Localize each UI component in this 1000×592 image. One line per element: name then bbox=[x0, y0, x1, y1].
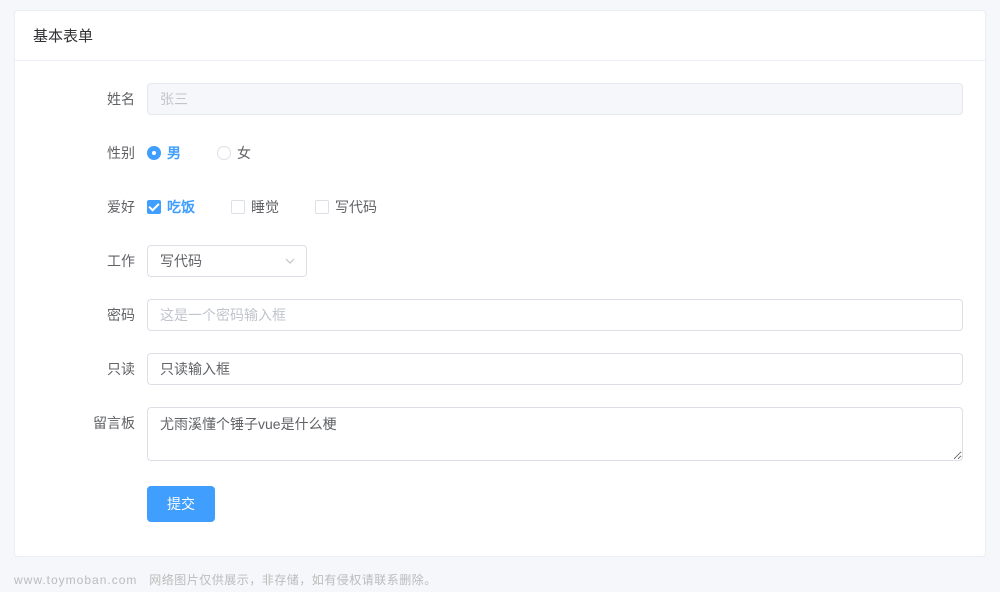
label-hobby: 爱好 bbox=[37, 191, 147, 223]
submit-button[interactable]: 提交 bbox=[147, 486, 215, 522]
row-job: 工作 写代码 bbox=[37, 245, 963, 277]
row-submit: 提交 bbox=[37, 486, 963, 522]
radio-male[interactable]: 男 bbox=[147, 143, 181, 163]
radio-icon bbox=[147, 146, 161, 160]
checkbox-label: 睡觉 bbox=[251, 197, 279, 217]
label-name: 姓名 bbox=[37, 83, 147, 115]
form-card: 基本表单 姓名 性别 男 女 bbox=[14, 10, 986, 557]
label-job: 工作 bbox=[37, 245, 147, 277]
row-name: 姓名 bbox=[37, 83, 963, 115]
label-readonly: 只读 bbox=[37, 353, 147, 385]
label-gender: 性别 bbox=[37, 137, 147, 169]
gender-radio-group: 男 女 bbox=[147, 137, 963, 169]
row-message: 留言板 bbox=[37, 407, 963, 464]
checkbox-icon bbox=[315, 200, 329, 214]
row-readonly: 只读 bbox=[37, 353, 963, 385]
checkbox-eat[interactable]: 吃饭 bbox=[147, 197, 195, 217]
radio-label: 男 bbox=[167, 143, 181, 163]
card-body: 姓名 性别 男 女 bbox=[15, 61, 985, 556]
message-textarea[interactable] bbox=[147, 407, 963, 461]
footer-notice: 网络图片仅供展示，非存储，如有侵权请联系删除。 bbox=[149, 573, 437, 587]
radio-icon bbox=[217, 146, 231, 160]
checkbox-label: 吃饭 bbox=[167, 197, 195, 217]
page-footer: www.toymoban.com 网络图片仅供展示，非存储，如有侵权请联系删除。 bbox=[0, 567, 1000, 592]
row-hobby: 爱好 吃饭 睡觉 写代码 bbox=[37, 191, 963, 223]
label-message: 留言板 bbox=[37, 407, 147, 439]
checkbox-icon bbox=[231, 200, 245, 214]
checkbox-icon bbox=[147, 200, 161, 214]
job-select[interactable]: 写代码 bbox=[147, 245, 307, 277]
hobby-checkbox-group: 吃饭 睡觉 写代码 bbox=[147, 191, 963, 223]
name-input[interactable] bbox=[147, 83, 963, 115]
radio-female[interactable]: 女 bbox=[217, 143, 251, 163]
job-select-value: 写代码 bbox=[160, 251, 202, 271]
checkbox-code[interactable]: 写代码 bbox=[315, 197, 377, 217]
row-gender: 性别 男 女 bbox=[37, 137, 963, 169]
readonly-input[interactable] bbox=[147, 353, 963, 385]
card-header: 基本表单 bbox=[15, 11, 985, 61]
label-password: 密码 bbox=[37, 299, 147, 331]
row-password: 密码 bbox=[37, 299, 963, 331]
card-title: 基本表单 bbox=[33, 28, 93, 45]
password-input[interactable] bbox=[147, 299, 963, 331]
chevron-down-icon bbox=[284, 255, 296, 267]
checkbox-sleep[interactable]: 睡觉 bbox=[231, 197, 279, 217]
footer-domain: www.toymoban.com bbox=[14, 573, 137, 587]
checkbox-label: 写代码 bbox=[335, 197, 377, 217]
radio-label: 女 bbox=[237, 143, 251, 163]
